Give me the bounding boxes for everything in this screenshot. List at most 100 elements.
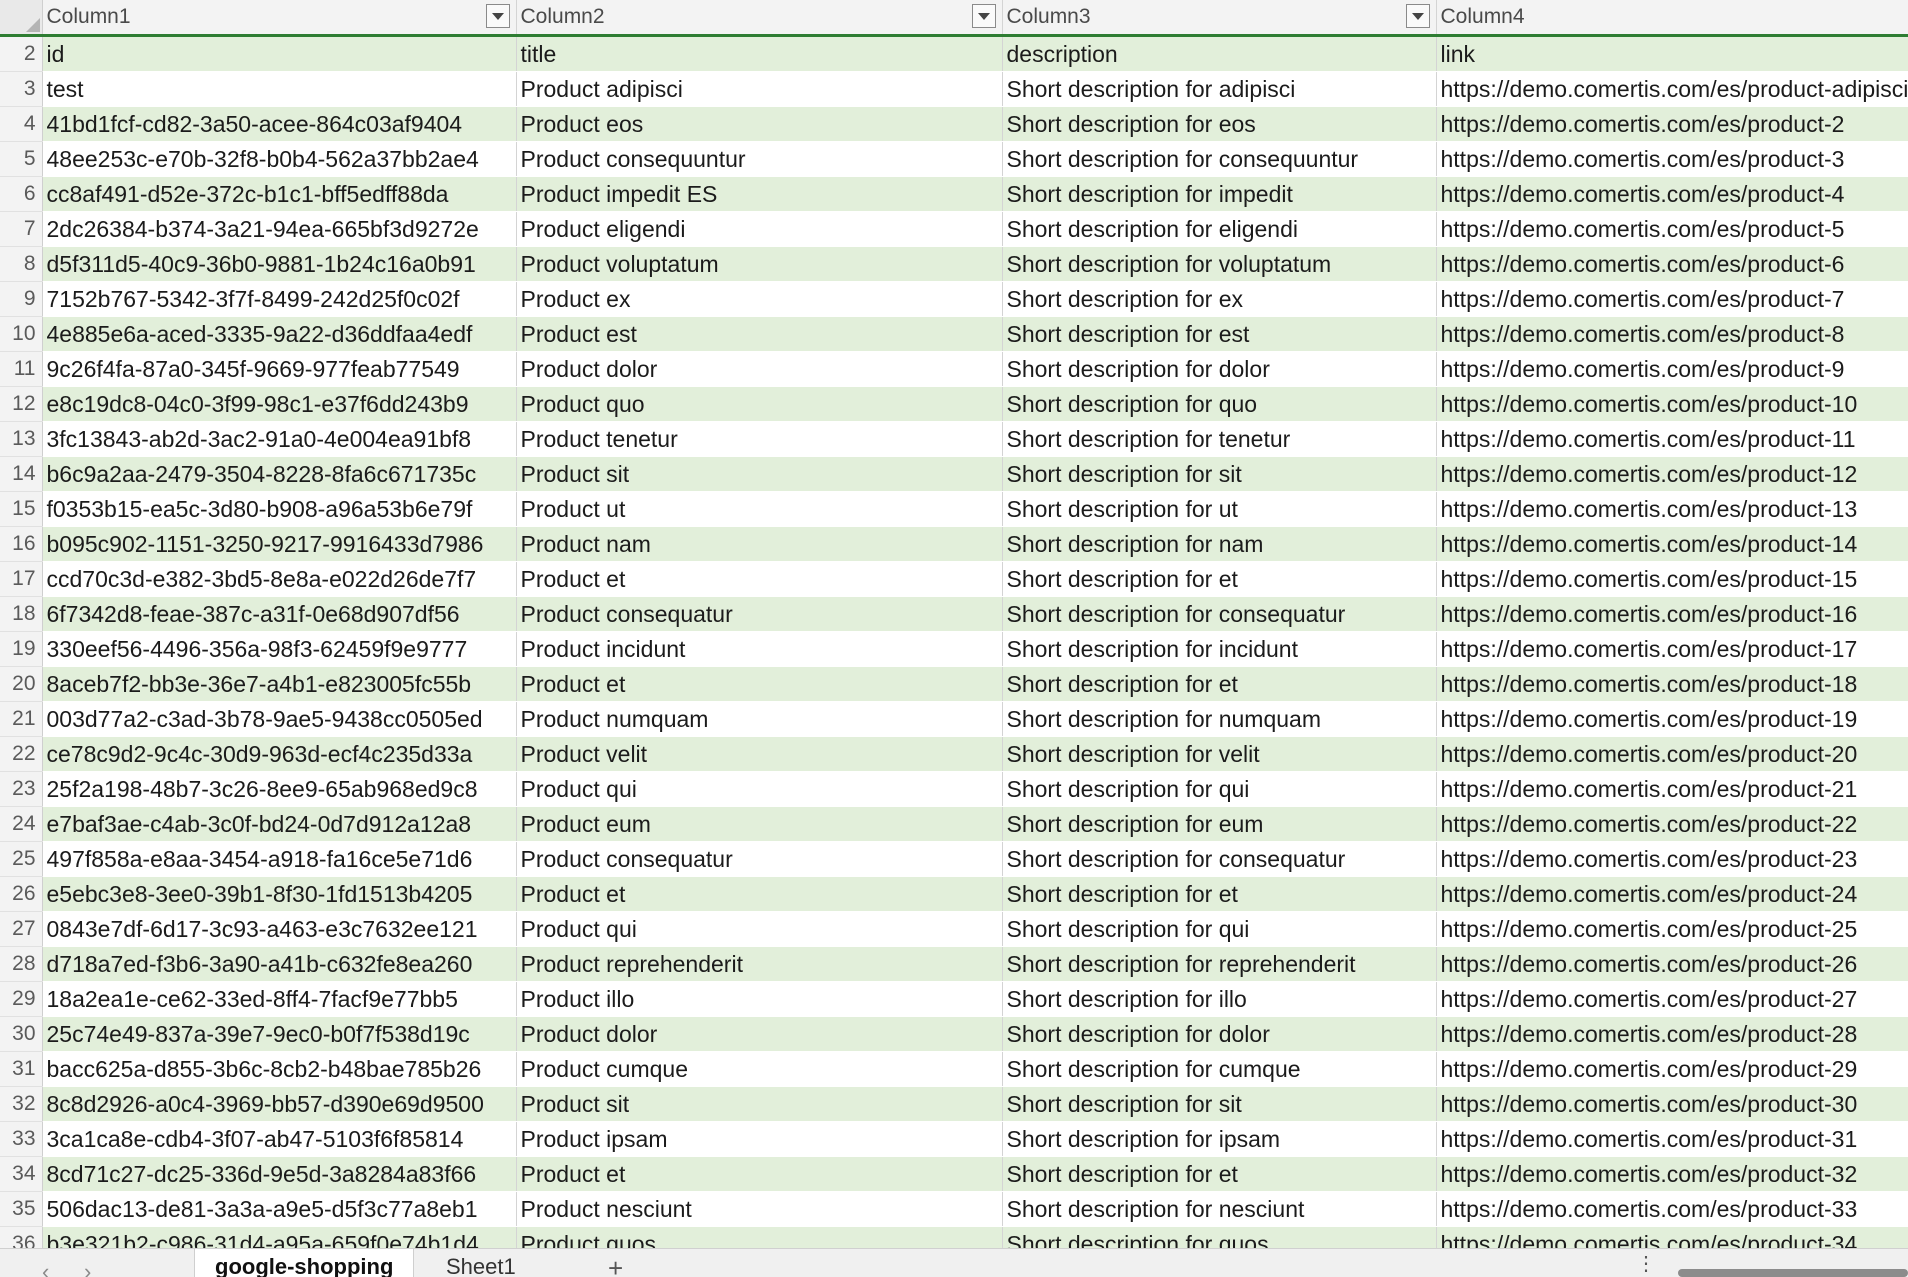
cell-description[interactable]: Short description for et [1002,876,1437,912]
cell-id[interactable]: 18a2ea1e-ce62-33ed-8ff4-7facf9e77bb5 [42,981,517,1017]
cell-title[interactable]: Product numquam [516,701,1003,737]
cell-link[interactable]: https://demo.comertis.com/es/product-6 [1436,246,1908,282]
cell-description[interactable]: Short description for et [1002,561,1437,597]
cell-id[interactable]: test [42,71,517,107]
cell-id[interactable]: 25c74e49-837a-39e7-9ec0-b0f7f538d19c [42,1016,517,1052]
cell-link[interactable]: https://demo.comertis.com/es/product-13 [1436,491,1908,527]
cell-title[interactable]: Product sit [516,456,1003,492]
row-number[interactable]: 17 [0,561,43,597]
cell-id[interactable]: bacc625a-d855-3b6c-8cb2-b48bae785b26 [42,1051,517,1087]
cell-link[interactable]: link [1436,35,1908,72]
cell-description[interactable]: Short description for et [1002,1156,1437,1192]
cell-link[interactable]: https://demo.comertis.com/es/product-3 [1436,141,1908,177]
cell-description[interactable]: Short description for nesciunt [1002,1191,1437,1227]
cell-link[interactable]: https://demo.comertis.com/es/product-30 [1436,1086,1908,1122]
row-number[interactable]: 9 [0,281,43,317]
cell-link[interactable]: https://demo.comertis.com/es/product-14 [1436,526,1908,562]
cell-link[interactable]: https://demo.comertis.com/es/product-26 [1436,946,1908,982]
cell-id[interactable]: 7152b767-5342-3f7f-8499-242d25f0c02f [42,281,517,317]
cell-id[interactable]: 3ca1ca8e-cdb4-3f07-ab47-5103f6f85814 [42,1121,517,1157]
row-number[interactable]: 10 [0,316,43,352]
cell-title[interactable]: Product consequatur [516,841,1003,877]
row-number[interactable]: 27 [0,911,43,947]
cell-title[interactable]: Product nam [516,526,1003,562]
cell-id[interactable]: e7baf3ae-c4ab-3c0f-bd24-0d7d912a12a8 [42,806,517,842]
cell-link[interactable]: https://demo.comertis.com/es/product-12 [1436,456,1908,492]
cell-link[interactable]: https://demo.comertis.com/es/product-17 [1436,631,1908,667]
cell-title[interactable]: Product qui [516,911,1003,947]
row-number[interactable]: 34 [0,1156,43,1192]
cell-title[interactable]: Product eum [516,806,1003,842]
cell-title[interactable]: Product ipsam [516,1121,1003,1157]
tab-google-shopping[interactable]: google-shopping [194,1249,415,1277]
cell-link[interactable]: https://demo.comertis.com/es/product-32 [1436,1156,1908,1192]
cell-description[interactable]: Short description for dolor [1002,1016,1437,1052]
row-number[interactable]: 3 [0,71,43,107]
cell-link[interactable]: https://demo.comertis.com/es/product-27 [1436,981,1908,1017]
cell-title[interactable]: Product et [516,561,1003,597]
cell-id[interactable]: 8cd71c27-dc25-336d-9e5d-3a8284a83f66 [42,1156,517,1192]
cell-id[interactable]: cc8af491-d52e-372c-b1c1-bff5edff88da [42,176,517,212]
cell-id[interactable]: b3e321b2-c986-31d4-a95a-659f0e74b1d4 [42,1226,517,1248]
cell-description[interactable]: Short description for ipsam [1002,1121,1437,1157]
cell-description[interactable]: Short description for qui [1002,771,1437,807]
column-header-1[interactable]: Column1 [42,0,517,37]
cell-link[interactable]: https://demo.comertis.com/es/product-15 [1436,561,1908,597]
cell-id[interactable]: e8c19dc8-04c0-3f99-98c1-e37f6dd243b9 [42,386,517,422]
cell-id[interactable]: 4e885e6a-aced-3335-9a22-d36ddfaa4edf [42,316,517,352]
more-options-icon[interactable]: ⋮ [1636,1251,1656,1276]
row-number[interactable]: 15 [0,491,43,527]
cell-link[interactable]: https://demo.comertis.com/es/product-23 [1436,841,1908,877]
column-header-3[interactable]: Column3 [1002,0,1437,37]
row-number[interactable]: 25 [0,841,43,877]
cell-id[interactable]: 9c26f4fa-87a0-345f-9669-977feab77549 [42,351,517,387]
cell-description[interactable]: Short description for ex [1002,281,1437,317]
cell-id[interactable]: 41bd1fcf-cd82-3a50-acee-864c03af9404 [42,106,517,142]
cell-title[interactable]: title [516,35,1003,72]
cell-title[interactable]: Product ex [516,281,1003,317]
cell-title[interactable]: Product ut [516,491,1003,527]
cell-title[interactable]: Product dolor [516,1016,1003,1052]
cell-link[interactable]: https://demo.comertis.com/es/product-5 [1436,211,1908,247]
cell-link[interactable]: https://demo.comertis.com/es/product-20 [1436,736,1908,772]
cell-link[interactable]: https://demo.comertis.com/es/product-18 [1436,666,1908,702]
cell-link[interactable]: https://demo.comertis.com/es/product-adi… [1436,71,1908,107]
row-number[interactable]: 6 [0,176,43,212]
cell-title[interactable]: Product et [516,1156,1003,1192]
cell-link[interactable]: https://demo.comertis.com/es/product-4 [1436,176,1908,212]
cell-description[interactable]: Short description for velit [1002,736,1437,772]
cell-title[interactable]: Product nesciunt [516,1191,1003,1227]
cell-id[interactable]: 0843e7df-6d17-3c93-a463-e3c7632ee121 [42,911,517,947]
cell-title[interactable]: Product consequatur [516,596,1003,632]
cell-description[interactable]: Short description for illo [1002,981,1437,1017]
cell-id[interactable]: 6f7342d8-feae-387c-a31f-0e68d907df56 [42,596,517,632]
cell-title[interactable]: Product illo [516,981,1003,1017]
cell-id[interactable]: 330eef56-4496-356a-98f3-62459f9e9777 [42,631,517,667]
cell-description[interactable]: Short description for eligendi [1002,211,1437,247]
tab-sheet1[interactable]: Sheet1 [426,1249,536,1277]
cell-id[interactable]: 48ee253c-e70b-32f8-b0b4-562a37bb2ae4 [42,141,517,177]
row-number[interactable]: 13 [0,421,43,457]
row-number[interactable]: 19 [0,631,43,667]
row-number[interactable]: 21 [0,701,43,737]
cell-link[interactable]: https://demo.comertis.com/es/product-11 [1436,421,1908,457]
row-number[interactable]: 4 [0,106,43,142]
cell-description[interactable]: Short description for adipisci [1002,71,1437,107]
row-number[interactable]: 22 [0,736,43,772]
row-number[interactable]: 12 [0,386,43,422]
cell-link[interactable]: https://demo.comertis.com/es/product-29 [1436,1051,1908,1087]
row-number[interactable]: 35 [0,1191,43,1227]
cell-id[interactable]: 8aceb7f2-bb3e-36e7-a4b1-e823005fc55b [42,666,517,702]
cell-id[interactable]: 506dac13-de81-3a3a-a9e5-d5f3c77a8eb1 [42,1191,517,1227]
cell-id[interactable]: e5ebc3e8-3ee0-39b1-8f30-1fd1513b4205 [42,876,517,912]
row-number[interactable]: 14 [0,456,43,492]
row-number[interactable]: 33 [0,1121,43,1157]
cell-title[interactable]: Product dolor [516,351,1003,387]
column-header-4[interactable]: Column4 [1436,0,1908,37]
cell-description[interactable]: Short description for eum [1002,806,1437,842]
filter-dropdown-button[interactable] [971,4,996,28]
cell-description[interactable]: Short description for quos [1002,1226,1437,1248]
cell-title[interactable]: Product sit [516,1086,1003,1122]
cell-title[interactable]: Product consequuntur [516,141,1003,177]
cell-id[interactable]: id [42,35,517,72]
